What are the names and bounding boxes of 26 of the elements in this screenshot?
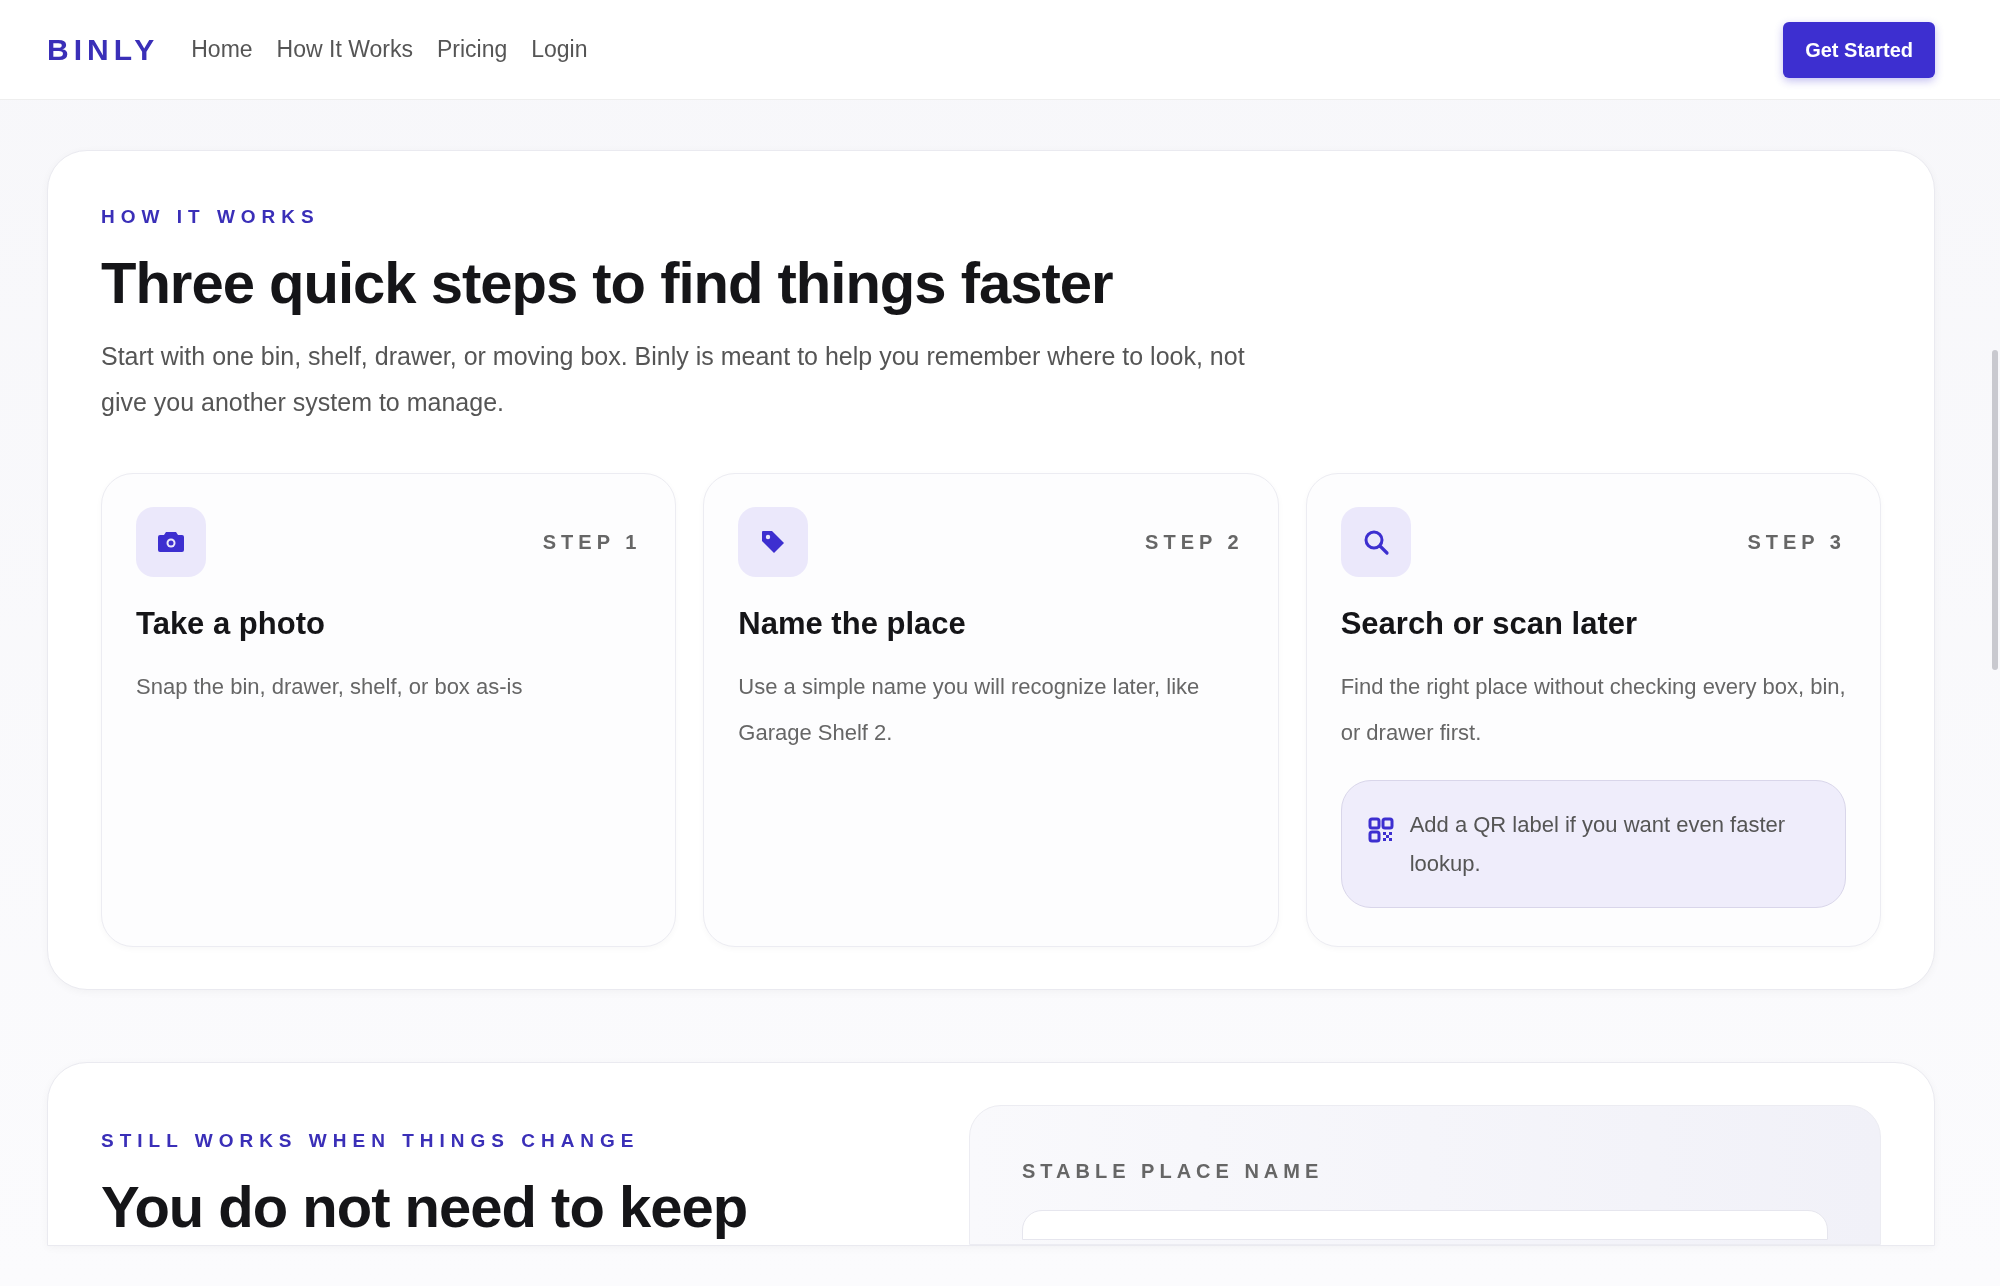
step-label: STEP 1 bbox=[542, 530, 642, 556]
step-description: Use a simple name you will recognize later, like Garage Shelf 2. bbox=[738, 672, 1201, 747]
step-title: Search or scan later bbox=[1340, 605, 1639, 644]
section-intro: Start with one bin, shelf, drawer, or moving box. Binly is meant to help you remember where to look, not give you another system to manage. bbox=[101, 341, 1246, 419]
panel-label: STABLE PLACE NAME bbox=[1022, 1159, 1325, 1185]
tip-text: Add a QR label if you want even faster lookup. bbox=[1409, 810, 1787, 878]
step-description: Find the right place without checking every box, bin, or drawer first. bbox=[1340, 672, 1846, 747]
brand-logo[interactable]: BINLY bbox=[47, 27, 160, 72]
section-heading: You do not need to keep bbox=[101, 1172, 749, 1241]
step-label: STEP 3 bbox=[1747, 530, 1846, 556]
section-heading: Three quick steps to find things faster bbox=[101, 248, 1114, 317]
nav-link[interactable]: How It Works bbox=[276, 32, 413, 67]
section-eyebrow: HOW IT WORKS bbox=[101, 205, 321, 229]
qr-code-icon bbox=[1367, 816, 1394, 843]
step-description: Snap the bin, drawer, shelf, or box as-is bbox=[136, 672, 524, 701]
step-title: Take a photo bbox=[136, 605, 326, 644]
section-eyebrow: STILL WORKS WHEN THINGS CHANGE bbox=[101, 1129, 641, 1154]
nav-link[interactable]: Pricing bbox=[436, 32, 508, 67]
camera-icon bbox=[157, 530, 185, 555]
step-label: STEP 2 bbox=[1145, 530, 1244, 556]
scrollbar[interactable] bbox=[1992, 350, 1998, 670]
step-title: Name the place bbox=[738, 605, 967, 644]
get-started-button[interactable]: Get Started bbox=[1783, 21, 1935, 78]
nav-link[interactable]: Home bbox=[191, 32, 253, 67]
nav-link[interactable]: Login bbox=[531, 32, 588, 67]
tag-icon bbox=[760, 529, 787, 556]
